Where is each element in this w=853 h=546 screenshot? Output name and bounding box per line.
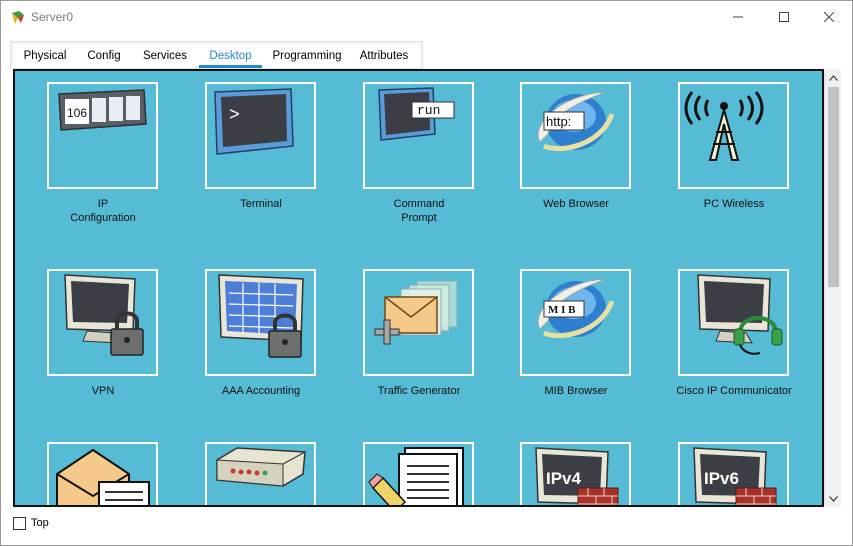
app-label-ip-configuration-line1: IP [97,198,109,210]
mib-browser-icon: M I B [537,278,615,339]
app-tile-text-editor[interactable] [363,442,474,505]
traffic-generator-icon [374,280,458,345]
ipv4-firewall-icon: IPv4 [535,447,619,505]
chevron-up-icon [829,74,838,81]
desktop-panel: 106 IP Configuration > Terminal run Comm [13,69,824,507]
svg-text:http:: http: [546,114,571,129]
app-tile-ipv4-firewall[interactable]: IPv4 [520,442,631,505]
scroll-up-button[interactable] [825,69,842,86]
footer-bar [1,509,852,545]
tab-programming[interactable]: Programming [268,44,346,68]
app-tile-email[interactable] [47,442,158,505]
close-icon [824,12,834,22]
svg-text:M I B: M I B [548,304,576,316]
app-tile-web-browser[interactable]: http: [520,82,631,189]
title-bar: Server0 [1,1,852,35]
window-title: Server0 [31,10,74,24]
app-tile-aaa-accounting[interactable] [205,269,316,376]
tab-physical[interactable]: Physical [15,44,75,68]
app-label-terminal: Terminal [240,198,282,210]
app-tile-ipv6-firewall[interactable]: IPv6 [678,442,789,505]
pc-wireless-icon [684,91,764,161]
ip-configuration-icon: 106 [58,89,147,131]
app-label-cisco-ip-communicator: Cisco IP Communicator [676,385,792,397]
app-tile-cisco-ip-communicator[interactable] [678,269,789,376]
app-tile-vpn[interactable] [47,269,158,376]
maximize-button[interactable] [761,1,807,33]
app-label-vpn: VPN [91,385,115,397]
app-tile-terminal[interactable]: > [205,82,316,189]
ipv6-firewall-icon: IPv6 [693,447,777,505]
svg-text:106: 106 [67,106,87,120]
svg-text:run: run [417,103,440,118]
app-tile-pc-wireless[interactable] [678,82,789,189]
app-label-mib-browser: MIB Browser [544,385,608,397]
app-label-traffic-generator: Traffic Generator [377,385,461,397]
top-checkbox[interactable] [13,517,26,530]
app-tile-mib-browser[interactable]: M I B [520,269,631,376]
terminal-icon: > [214,88,294,155]
scroll-down-button[interactable] [825,490,842,507]
app-label-command-prompt-line1: Command [393,198,445,210]
scrollbar-thumb[interactable] [828,87,839,287]
maximize-icon [779,12,789,22]
minimize-icon [733,16,743,18]
app-label-ip-configuration: IP Configuration [28,197,178,225]
packet-tracer-app-icon [12,11,24,24]
app-tile-command-prompt[interactable]: run [363,82,474,189]
pppoe-dialer-icon [216,447,306,487]
vpn-icon [64,274,144,356]
tab-attributes[interactable]: Attributes [353,44,415,68]
tab-desktop[interactable]: Desktop [199,44,262,68]
minimize-button[interactable] [715,1,761,33]
app-label-command-prompt-line2: Prompt [401,212,437,224]
server0-window: Server0 Physical Config Services Desktop… [0,0,853,546]
command-prompt-icon: run [378,87,455,141]
app-label-pc-wireless: PC Wireless [703,198,765,210]
aaa-accounting-icon [218,274,304,358]
tab-config[interactable]: Config [79,44,129,68]
email-icon [56,448,150,505]
tab-services[interactable]: Services [137,44,193,68]
app-tile-traffic-generator[interactable] [363,269,474,376]
close-button[interactable] [806,1,852,33]
svg-text:IPv4: IPv4 [546,469,582,488]
web-browser-icon: http: [537,91,615,152]
cisco-ip-communicator-icon [697,274,783,355]
svg-text:IPv6: IPv6 [704,469,739,488]
text-editor-icon [368,447,464,505]
app-label-ip-configuration-line2: Configuration [70,212,136,224]
app-label-aaa-accounting: AAA Accounting [221,385,301,397]
chevron-down-icon [829,495,838,502]
vertical-scrollbar[interactable] [824,69,841,507]
app-tile-ip-configuration[interactable]: 106 [47,82,158,189]
tab-bar: Physical Config Services Desktop Program… [13,44,420,68]
app-label-command-prompt: Command Prompt [344,197,494,225]
top-checkbox-label: Top [31,517,49,529]
svg-text:>: > [229,106,240,126]
app-label-web-browser: Web Browser [543,198,609,210]
app-tile-pppoe-dialer[interactable] [205,442,316,505]
